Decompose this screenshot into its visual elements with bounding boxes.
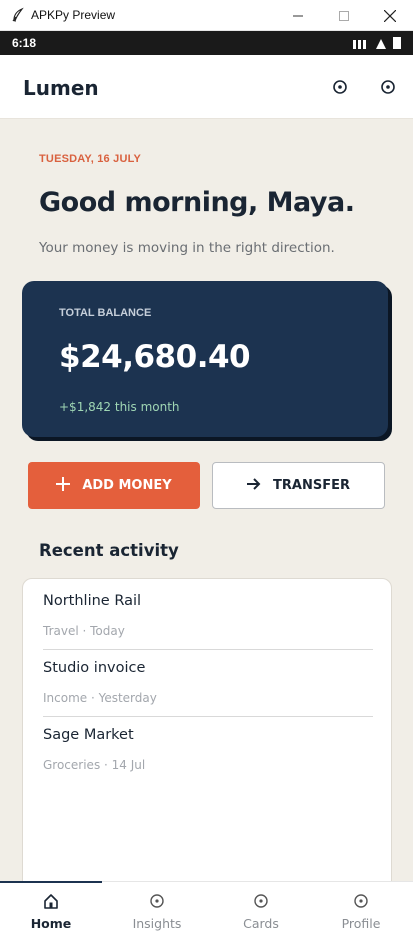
app-header: Lumen — [0, 55, 413, 119]
activity-meta: Income · Yesterday — [43, 691, 157, 705]
nav-label-home: Home — [30, 916, 72, 931]
main-content: TUESDAY, 16 JULY Good morning, Maya. You… — [0, 119, 413, 898]
minimize-button[interactable] — [275, 0, 321, 31]
home-icon — [43, 892, 59, 910]
activity-list: Northline Rail Travel · Today Studio inv… — [22, 578, 392, 898]
signal-icon — [353, 34, 369, 53]
balance-label: TOTAL BALANCE — [59, 307, 152, 319]
balance-card: TOTAL BALANCE $24,680.40 +$1,842 this mo… — [22, 281, 388, 437]
activity-meta: Travel · Today — [43, 624, 125, 638]
window-title: APKPy Preview — [31, 8, 116, 22]
nav-item-home[interactable]: Home — [0, 881, 102, 946]
activity-name: Sage Market — [43, 727, 134, 743]
add-money-label: ADD MONEY — [82, 478, 172, 493]
transfer-button[interactable]: TRANSFER — [212, 462, 385, 509]
recent-activity-title: Recent activity — [39, 541, 179, 560]
profile-icon — [353, 892, 369, 910]
activity-name: Northline Rail — [43, 593, 142, 609]
feather-icon — [10, 7, 26, 23]
brand-title: Lumen — [23, 76, 99, 100]
nav-label-insights: Insights — [132, 916, 182, 931]
status-bar: 6:18 — [0, 31, 413, 55]
nav-item-profile[interactable]: Profile — [310, 882, 412, 946]
date-label: TUESDAY, 16 JULY — [39, 153, 142, 165]
greeting-subtitle: Your money is moving in the right direct… — [39, 240, 335, 256]
greeting-heading: Good morning, Maya. — [39, 187, 355, 218]
bottom-nav: Home Insights Cards Profile — [0, 881, 413, 946]
balance-change: +$1,842 this month — [59, 400, 180, 414]
plus-icon — [56, 476, 71, 495]
nav-label-cards: Cards — [243, 916, 279, 931]
activity-name: Studio invoice — [43, 660, 146, 676]
nav-item-cards[interactable]: Cards — [210, 882, 312, 946]
active-indicator — [0, 881, 102, 883]
cards-icon — [253, 892, 269, 910]
notifications-icon[interactable] — [330, 77, 350, 97]
list-item[interactable]: Studio invoice Income · Yesterday — [23, 646, 391, 713]
list-item[interactable]: Northline Rail Travel · Today — [23, 579, 391, 646]
window-titlebar: APKPy Preview — [0, 0, 413, 31]
settings-icon[interactable] — [378, 77, 398, 97]
activity-meta: Groceries · 14 Jul — [43, 758, 146, 772]
balance-amount: $24,680.40 — [59, 339, 251, 375]
nav-label-profile: Profile — [341, 916, 381, 931]
maximize-button[interactable] — [321, 0, 367, 31]
add-money-button[interactable]: ADD MONEY — [28, 462, 200, 509]
arrow-right-icon — [247, 477, 261, 494]
wifi-icon — [376, 34, 386, 53]
transfer-label: TRANSFER — [273, 478, 350, 493]
nav-item-insights[interactable]: Insights — [106, 882, 208, 946]
close-button[interactable] — [367, 0, 413, 31]
battery-icon — [393, 34, 401, 53]
status-time: 6:18 — [12, 36, 37, 50]
list-item[interactable]: Sage Market Groceries · 14 Jul — [23, 713, 391, 780]
insights-icon — [149, 892, 165, 910]
